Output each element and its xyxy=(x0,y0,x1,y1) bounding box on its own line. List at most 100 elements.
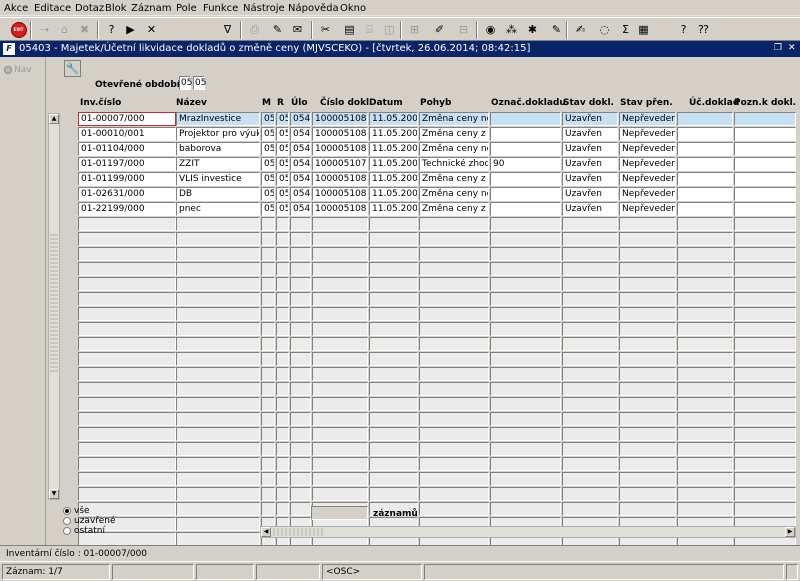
empty-cell[interactable] xyxy=(290,322,311,336)
empty-cell[interactable] xyxy=(290,217,311,231)
table-cell[interactable] xyxy=(677,187,733,201)
empty-cell[interactable] xyxy=(677,472,733,486)
nav-button[interactable]: Nav xyxy=(4,65,32,75)
empty-cell[interactable] xyxy=(78,337,176,351)
empty-cell[interactable] xyxy=(369,337,418,351)
empty-cell[interactable] xyxy=(78,487,176,501)
menu-10[interactable]: Okno xyxy=(340,3,366,14)
empty-cell[interactable] xyxy=(490,307,561,321)
empty-cell[interactable] xyxy=(419,322,489,336)
empty-cell[interactable] xyxy=(490,217,561,231)
empty-cell[interactable] xyxy=(490,397,561,411)
empty-cell[interactable] xyxy=(734,472,796,486)
table-cell[interactable]: 1000051082 xyxy=(312,112,368,126)
empty-cell[interactable] xyxy=(369,397,418,411)
insert-record-icon[interactable]: ⊞ xyxy=(406,21,423,38)
empty-cell[interactable] xyxy=(490,472,561,486)
cut-icon[interactable]: ⇢ xyxy=(36,21,53,38)
empty-cell[interactable] xyxy=(619,442,676,456)
empty-cell[interactable] xyxy=(677,322,733,336)
empty-cell[interactable] xyxy=(677,397,733,411)
empty-cell[interactable] xyxy=(176,262,260,276)
key-button[interactable]: 🔧 xyxy=(64,60,81,77)
empty-cell[interactable] xyxy=(290,262,311,276)
empty-cell[interactable] xyxy=(677,442,733,456)
empty-cell[interactable] xyxy=(677,457,733,471)
empty-cell[interactable] xyxy=(176,247,260,261)
table-cell[interactable]: 1000051086 xyxy=(312,142,368,156)
table-cell[interactable] xyxy=(677,157,733,171)
table-cell[interactable] xyxy=(490,202,561,216)
empty-cell[interactable] xyxy=(78,427,176,441)
empty-cell[interactable] xyxy=(290,397,311,411)
table-cell[interactable] xyxy=(734,202,796,216)
empty-cell[interactable] xyxy=(734,217,796,231)
empty-cell[interactable] xyxy=(290,307,311,321)
empty-cell[interactable] xyxy=(419,412,489,426)
empty-cell[interactable] xyxy=(619,292,676,306)
menu-9[interactable]: Nápověda xyxy=(288,3,339,14)
table-cell[interactable] xyxy=(677,142,733,156)
empty-cell[interactable] xyxy=(619,397,676,411)
vertical-scrollbar[interactable]: ▲ ▼ xyxy=(48,113,60,500)
empty-cell[interactable] xyxy=(312,412,368,426)
empty-cell[interactable] xyxy=(290,232,311,246)
empty-cell[interactable] xyxy=(176,367,260,381)
empty-cell[interactable] xyxy=(677,277,733,291)
empty-cell[interactable] xyxy=(290,292,311,306)
empty-cell[interactable] xyxy=(369,277,418,291)
remove-record-icon[interactable]: ⊟ xyxy=(455,21,472,38)
paste-icon[interactable]: ⌸ xyxy=(361,21,378,38)
table-cell[interactable]: 01-22199/000 xyxy=(78,202,176,216)
horizontal-scrollbar[interactable]: ◀ ▶ xyxy=(260,526,796,538)
help-book-icon[interactable]: ✎ xyxy=(548,21,565,38)
empty-cell[interactable] xyxy=(734,502,796,516)
close-icon[interactable]: ✕ xyxy=(788,43,796,53)
empty-cell[interactable] xyxy=(562,382,618,396)
empty-cell[interactable] xyxy=(78,382,176,396)
empty-cell[interactable] xyxy=(369,352,418,366)
scissors-icon[interactable]: ✂ xyxy=(317,21,334,38)
filter-radio[interactable]: uzavřené xyxy=(63,516,116,526)
empty-cell[interactable] xyxy=(619,382,676,396)
empty-cell[interactable] xyxy=(78,277,176,291)
empty-cell[interactable] xyxy=(619,427,676,441)
empty-cell[interactable] xyxy=(619,352,676,366)
empty-cell[interactable] xyxy=(276,232,289,246)
empty-cell[interactable] xyxy=(261,352,275,366)
empty-cell[interactable] xyxy=(619,262,676,276)
table-cell[interactable]: 054 xyxy=(290,157,311,171)
empty-cell[interactable] xyxy=(78,307,176,321)
restore-icon[interactable]: ❐ xyxy=(774,43,782,53)
empty-cell[interactable] xyxy=(734,337,796,351)
empty-cell[interactable] xyxy=(490,322,561,336)
empty-cell[interactable] xyxy=(562,307,618,321)
empty-cell[interactable] xyxy=(562,232,618,246)
empty-cell[interactable] xyxy=(78,457,176,471)
table-cell[interactable]: 05 xyxy=(276,187,289,201)
empty-cell[interactable] xyxy=(677,487,733,501)
empty-cell[interactable] xyxy=(78,442,176,456)
empty-cell[interactable] xyxy=(276,322,289,336)
table-cell[interactable]: 05 xyxy=(261,127,275,141)
table-cell[interactable]: Změna ceny z FR xyxy=(419,172,489,186)
empty-cell[interactable] xyxy=(261,382,275,396)
empty-cell[interactable] xyxy=(419,232,489,246)
empty-cell[interactable] xyxy=(176,457,260,471)
table-cell[interactable] xyxy=(490,172,561,186)
menu-3[interactable]: Dotaz xyxy=(75,3,104,14)
empty-cell[interactable] xyxy=(261,247,275,261)
empty-cell[interactable] xyxy=(78,262,176,276)
table-cell[interactable]: Uzavřen xyxy=(562,127,618,141)
empty-cell[interactable] xyxy=(78,352,176,366)
empty-cell[interactable] xyxy=(419,367,489,381)
filter-radio[interactable]: vše xyxy=(63,506,90,516)
empty-cell[interactable] xyxy=(261,367,275,381)
print-icon[interactable]: ⎙ xyxy=(246,21,263,38)
table-cell[interactable]: 05 xyxy=(261,157,275,171)
table-cell[interactable]: Nepřevedeno xyxy=(619,187,676,201)
table-cell[interactable]: 05 xyxy=(276,112,289,126)
table-cell[interactable]: 05 xyxy=(261,187,275,201)
empty-cell[interactable] xyxy=(490,457,561,471)
empty-cell[interactable] xyxy=(369,322,418,336)
